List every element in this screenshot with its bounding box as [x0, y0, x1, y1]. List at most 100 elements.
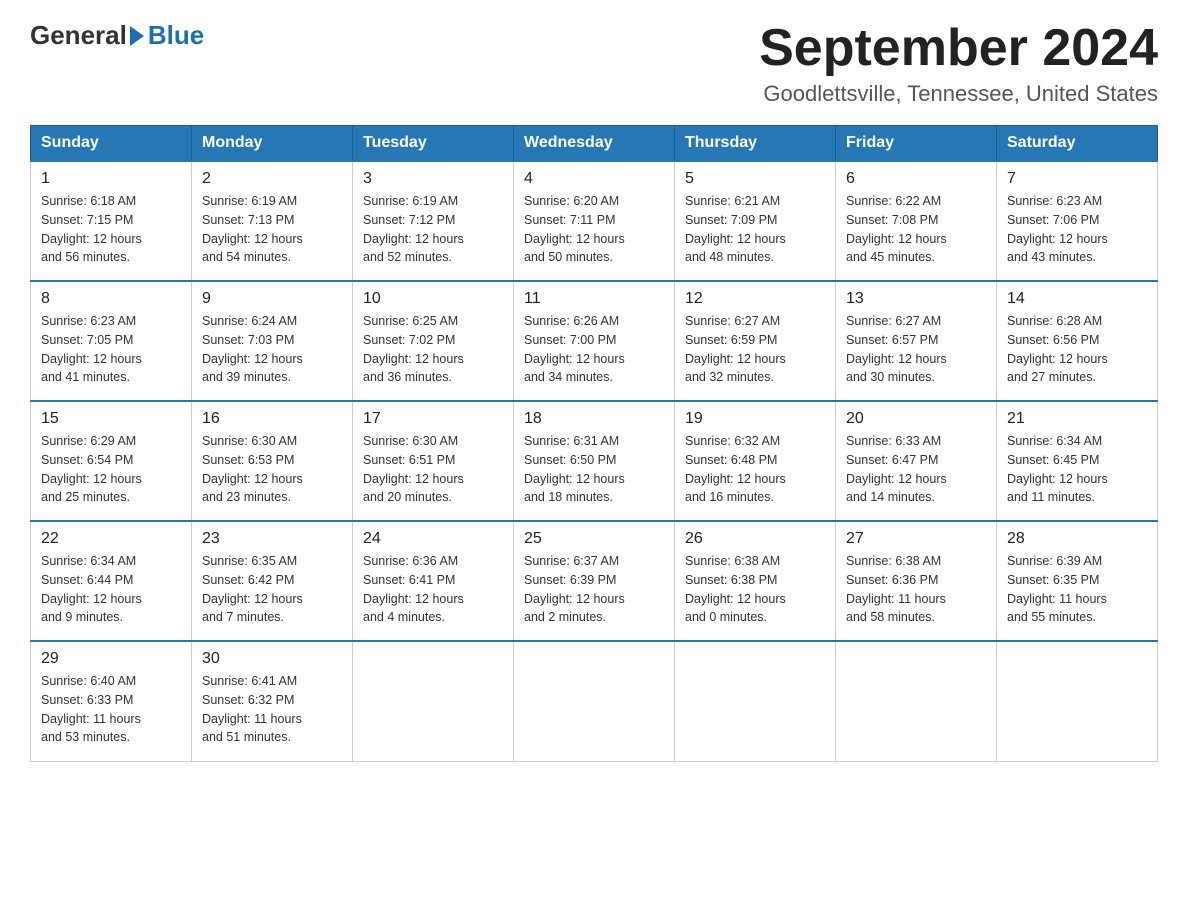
day-number: 26 — [685, 530, 825, 548]
logo-arrow-icon — [130, 26, 144, 46]
day-info: Sunrise: 6:22 AM Sunset: 7:08 PM Dayligh… — [846, 192, 986, 267]
day-number: 10 — [363, 290, 503, 308]
weekday-header-thursday: Thursday — [675, 126, 836, 162]
calendar-cell: 10 Sunrise: 6:25 AM Sunset: 7:02 PM Dayl… — [353, 281, 514, 401]
calendar-week-4: 22 Sunrise: 6:34 AM Sunset: 6:44 PM Dayl… — [31, 521, 1158, 641]
day-number: 9 — [202, 290, 342, 308]
calendar-cell: 5 Sunrise: 6:21 AM Sunset: 7:09 PM Dayli… — [675, 161, 836, 281]
calendar-cell: 11 Sunrise: 6:26 AM Sunset: 7:00 PM Dayl… — [514, 281, 675, 401]
calendar-cell: 12 Sunrise: 6:27 AM Sunset: 6:59 PM Dayl… — [675, 281, 836, 401]
calendar-cell: 24 Sunrise: 6:36 AM Sunset: 6:41 PM Dayl… — [353, 521, 514, 641]
day-number: 17 — [363, 410, 503, 428]
day-number: 30 — [202, 650, 342, 668]
calendar-cell: 14 Sunrise: 6:28 AM Sunset: 6:56 PM Dayl… — [997, 281, 1158, 401]
calendar-cell: 21 Sunrise: 6:34 AM Sunset: 6:45 PM Dayl… — [997, 401, 1158, 521]
day-number: 7 — [1007, 170, 1147, 188]
weekday-header-tuesday: Tuesday — [353, 126, 514, 162]
day-number: 23 — [202, 530, 342, 548]
calendar-cell: 9 Sunrise: 6:24 AM Sunset: 7:03 PM Dayli… — [192, 281, 353, 401]
day-info: Sunrise: 6:23 AM Sunset: 7:05 PM Dayligh… — [41, 312, 181, 387]
day-info: Sunrise: 6:29 AM Sunset: 6:54 PM Dayligh… — [41, 432, 181, 507]
day-info: Sunrise: 6:30 AM Sunset: 6:51 PM Dayligh… — [363, 432, 503, 507]
calendar-cell — [836, 641, 997, 761]
day-info: Sunrise: 6:32 AM Sunset: 6:48 PM Dayligh… — [685, 432, 825, 507]
calendar-cell: 4 Sunrise: 6:20 AM Sunset: 7:11 PM Dayli… — [514, 161, 675, 281]
day-number: 25 — [524, 530, 664, 548]
calendar-cell — [353, 641, 514, 761]
day-number: 11 — [524, 290, 664, 308]
calendar-cell: 6 Sunrise: 6:22 AM Sunset: 7:08 PM Dayli… — [836, 161, 997, 281]
day-number: 24 — [363, 530, 503, 548]
calendar-cell: 26 Sunrise: 6:38 AM Sunset: 6:38 PM Dayl… — [675, 521, 836, 641]
day-info: Sunrise: 6:36 AM Sunset: 6:41 PM Dayligh… — [363, 552, 503, 627]
day-info: Sunrise: 6:35 AM Sunset: 6:42 PM Dayligh… — [202, 552, 342, 627]
calendar-cell: 15 Sunrise: 6:29 AM Sunset: 6:54 PM Dayl… — [31, 401, 192, 521]
day-info: Sunrise: 6:37 AM Sunset: 6:39 PM Dayligh… — [524, 552, 664, 627]
calendar-cell: 30 Sunrise: 6:41 AM Sunset: 6:32 PM Dayl… — [192, 641, 353, 761]
day-info: Sunrise: 6:41 AM Sunset: 6:32 PM Dayligh… — [202, 672, 342, 747]
day-number: 4 — [524, 170, 664, 188]
day-info: Sunrise: 6:31 AM Sunset: 6:50 PM Dayligh… — [524, 432, 664, 507]
day-info: Sunrise: 6:18 AM Sunset: 7:15 PM Dayligh… — [41, 192, 181, 267]
day-info: Sunrise: 6:20 AM Sunset: 7:11 PM Dayligh… — [524, 192, 664, 267]
day-info: Sunrise: 6:21 AM Sunset: 7:09 PM Dayligh… — [685, 192, 825, 267]
calendar-week-1: 1 Sunrise: 6:18 AM Sunset: 7:15 PM Dayli… — [31, 161, 1158, 281]
calendar-cell: 18 Sunrise: 6:31 AM Sunset: 6:50 PM Dayl… — [514, 401, 675, 521]
logo-general-text: General — [30, 20, 127, 51]
calendar-cell: 23 Sunrise: 6:35 AM Sunset: 6:42 PM Dayl… — [192, 521, 353, 641]
day-info: Sunrise: 6:26 AM Sunset: 7:00 PM Dayligh… — [524, 312, 664, 387]
location-title: Goodlettsville, Tennessee, United States — [759, 81, 1158, 107]
day-number: 3 — [363, 170, 503, 188]
calendar-cell: 19 Sunrise: 6:32 AM Sunset: 6:48 PM Dayl… — [675, 401, 836, 521]
day-number: 12 — [685, 290, 825, 308]
calendar-cell: 28 Sunrise: 6:39 AM Sunset: 6:35 PM Dayl… — [997, 521, 1158, 641]
calendar-cell — [514, 641, 675, 761]
day-number: 15 — [41, 410, 181, 428]
day-number: 29 — [41, 650, 181, 668]
calendar-cell: 20 Sunrise: 6:33 AM Sunset: 6:47 PM Dayl… — [836, 401, 997, 521]
calendar-week-2: 8 Sunrise: 6:23 AM Sunset: 7:05 PM Dayli… — [31, 281, 1158, 401]
day-info: Sunrise: 6:25 AM Sunset: 7:02 PM Dayligh… — [363, 312, 503, 387]
day-number: 1 — [41, 170, 181, 188]
day-number: 2 — [202, 170, 342, 188]
day-number: 18 — [524, 410, 664, 428]
day-info: Sunrise: 6:19 AM Sunset: 7:12 PM Dayligh… — [363, 192, 503, 267]
weekday-header-friday: Friday — [836, 126, 997, 162]
day-number: 21 — [1007, 410, 1147, 428]
logo: General Blue — [30, 20, 204, 51]
day-number: 19 — [685, 410, 825, 428]
calendar-cell: 7 Sunrise: 6:23 AM Sunset: 7:06 PM Dayli… — [997, 161, 1158, 281]
calendar-cell: 2 Sunrise: 6:19 AM Sunset: 7:13 PM Dayli… — [192, 161, 353, 281]
calendar-week-5: 29 Sunrise: 6:40 AM Sunset: 6:33 PM Dayl… — [31, 641, 1158, 761]
day-info: Sunrise: 6:24 AM Sunset: 7:03 PM Dayligh… — [202, 312, 342, 387]
day-number: 8 — [41, 290, 181, 308]
calendar-cell — [675, 641, 836, 761]
day-number: 6 — [846, 170, 986, 188]
day-info: Sunrise: 6:38 AM Sunset: 6:38 PM Dayligh… — [685, 552, 825, 627]
day-number: 22 — [41, 530, 181, 548]
logo-blue-part: Blue — [127, 20, 204, 51]
calendar-cell: 16 Sunrise: 6:30 AM Sunset: 6:53 PM Dayl… — [192, 401, 353, 521]
weekday-header-saturday: Saturday — [997, 126, 1158, 162]
calendar-table: SundayMondayTuesdayWednesdayThursdayFrid… — [30, 125, 1158, 762]
weekday-header-row: SundayMondayTuesdayWednesdayThursdayFrid… — [31, 126, 1158, 162]
calendar-cell: 3 Sunrise: 6:19 AM Sunset: 7:12 PM Dayli… — [353, 161, 514, 281]
day-info: Sunrise: 6:33 AM Sunset: 6:47 PM Dayligh… — [846, 432, 986, 507]
weekday-header-monday: Monday — [192, 126, 353, 162]
day-number: 20 — [846, 410, 986, 428]
day-info: Sunrise: 6:27 AM Sunset: 6:59 PM Dayligh… — [685, 312, 825, 387]
day-info: Sunrise: 6:19 AM Sunset: 7:13 PM Dayligh… — [202, 192, 342, 267]
day-info: Sunrise: 6:34 AM Sunset: 6:44 PM Dayligh… — [41, 552, 181, 627]
day-number: 14 — [1007, 290, 1147, 308]
day-number: 28 — [1007, 530, 1147, 548]
calendar-cell: 1 Sunrise: 6:18 AM Sunset: 7:15 PM Dayli… — [31, 161, 192, 281]
day-info: Sunrise: 6:27 AM Sunset: 6:57 PM Dayligh… — [846, 312, 986, 387]
day-number: 5 — [685, 170, 825, 188]
day-info: Sunrise: 6:40 AM Sunset: 6:33 PM Dayligh… — [41, 672, 181, 747]
day-number: 27 — [846, 530, 986, 548]
day-info: Sunrise: 6:28 AM Sunset: 6:56 PM Dayligh… — [1007, 312, 1147, 387]
calendar-cell: 25 Sunrise: 6:37 AM Sunset: 6:39 PM Dayl… — [514, 521, 675, 641]
calendar-cell: 29 Sunrise: 6:40 AM Sunset: 6:33 PM Dayl… — [31, 641, 192, 761]
month-title: September 2024 — [759, 20, 1158, 77]
day-info: Sunrise: 6:38 AM Sunset: 6:36 PM Dayligh… — [846, 552, 986, 627]
